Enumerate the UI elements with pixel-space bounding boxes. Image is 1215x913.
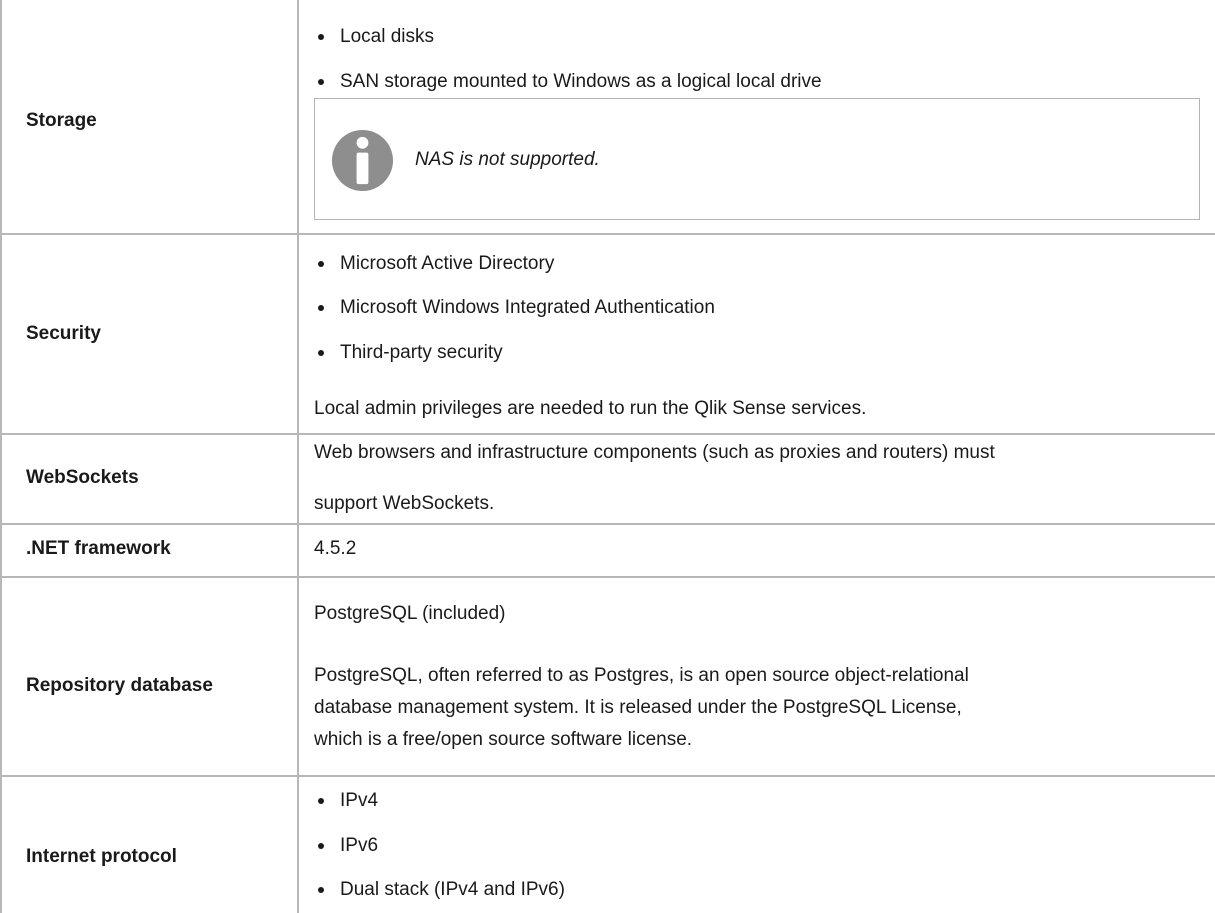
- bullet: [318, 261, 324, 267]
- list-item-text: Third-party security: [340, 342, 503, 363]
- row-label-websockets: WebSockets: [26, 467, 139, 488]
- bullet: [318, 34, 324, 40]
- list-item-text: SAN storage mounted to Windows as a logi…: [340, 71, 822, 92]
- list-item-text: Dual stack (IPv4 and IPv6): [340, 879, 565, 900]
- list-item: Microsoft Active Directory: [318, 252, 555, 276]
- bullet: [318, 350, 324, 356]
- row-label-storage: Storage: [26, 110, 97, 131]
- bullet: [318, 887, 324, 893]
- security-note-text: Local admin privileges are needed to run…: [314, 398, 867, 419]
- list-item: Microsoft Windows Integrated Authenticat…: [318, 296, 715, 320]
- row-divider: [0, 233, 1215, 235]
- bullet: [318, 843, 324, 849]
- repository-text-line: database management system. It is releas…: [314, 697, 962, 718]
- row-divider: [0, 523, 1215, 525]
- list-item: Local disks: [318, 25, 434, 49]
- row-divider: [0, 433, 1215, 435]
- bullet: [318, 798, 324, 804]
- row-divider: [0, 576, 1215, 578]
- websockets-text-line: Web browsers and infrastructure componen…: [314, 442, 995, 463]
- requirements-table: Storage Local disks SAN storage mounted …: [0, 0, 1215, 913]
- dotnet-version: 4.5.2: [314, 538, 357, 559]
- list-item: Dual stack (IPv4 and IPv6): [318, 878, 565, 902]
- websockets-text-line: support WebSockets.: [314, 493, 495, 514]
- bullet: [318, 305, 324, 311]
- list-item-text: IPv4: [340, 790, 379, 811]
- repository-title: PostgreSQL (included): [314, 603, 506, 624]
- list-item-text: IPv6: [340, 835, 379, 856]
- row-label-security: Security: [26, 323, 101, 344]
- row-divider: [0, 775, 1215, 777]
- note-box: NAS is not supported.: [314, 98, 1200, 220]
- bullet: [318, 79, 324, 85]
- list-item: Third-party security: [318, 341, 503, 365]
- list-item: SAN storage mounted to Windows as a logi…: [318, 70, 822, 94]
- list-item: IPv6: [318, 834, 379, 858]
- row-label-dotnet: .NET framework: [26, 538, 171, 559]
- list-item-text: Local disks: [340, 26, 434, 47]
- list-item: IPv4: [318, 789, 379, 813]
- list-item-text: Microsoft Windows Integrated Authenticat…: [340, 297, 715, 318]
- list-item-text: Microsoft Active Directory: [340, 253, 555, 274]
- info-icon: [331, 129, 394, 192]
- repository-text-line: which is a free/open source software lic…: [314, 729, 693, 750]
- row-label-internet: Internet protocol: [26, 846, 177, 867]
- repository-text-line: PostgreSQL, often referred to as Postgre…: [314, 665, 969, 686]
- note-text: NAS is not supported.: [415, 149, 600, 170]
- row-label-repository: Repository database: [26, 675, 213, 696]
